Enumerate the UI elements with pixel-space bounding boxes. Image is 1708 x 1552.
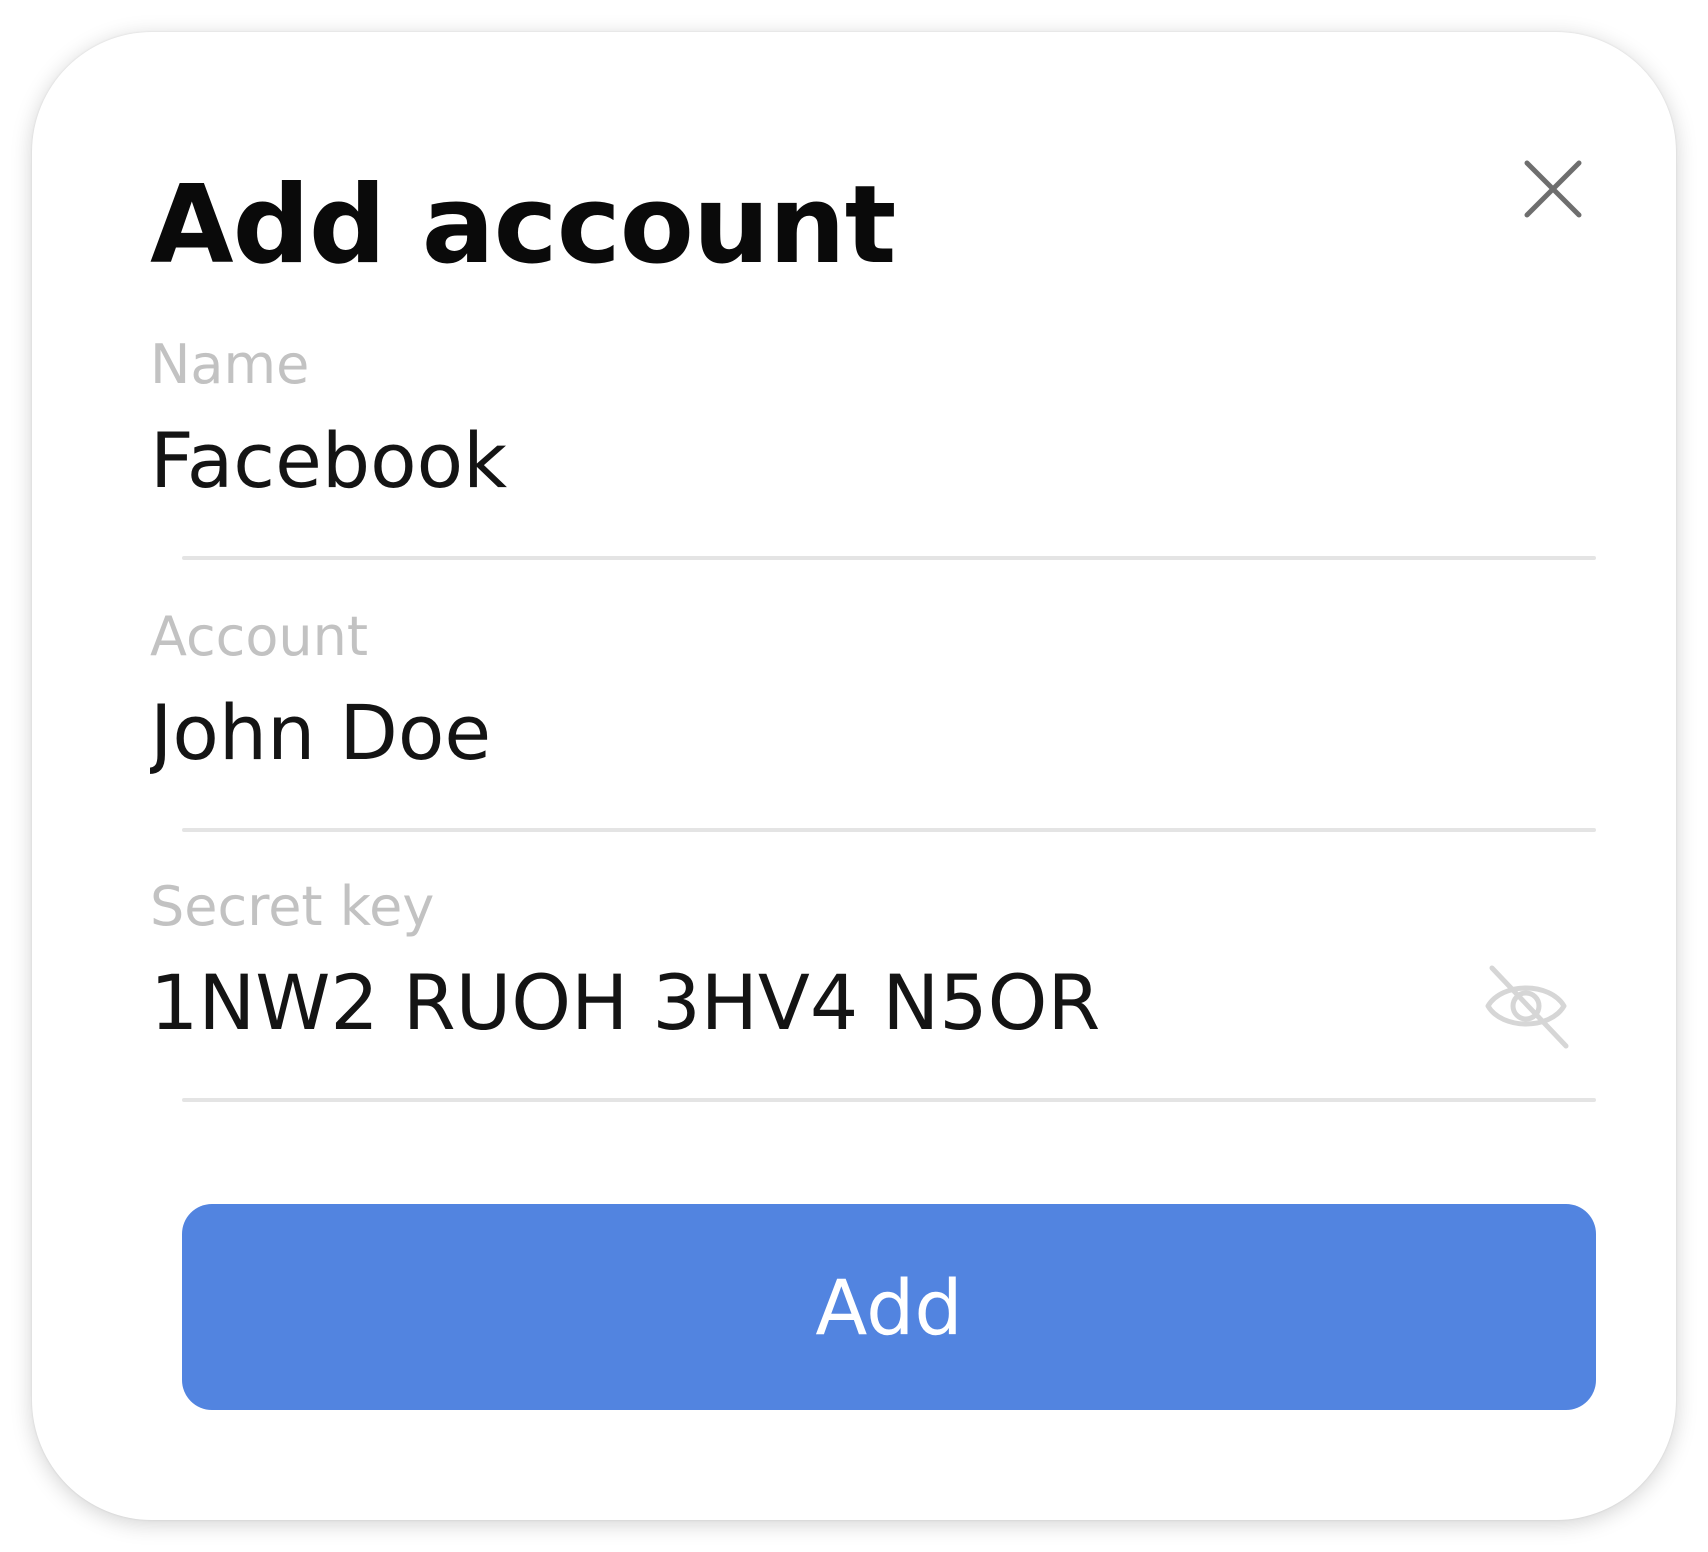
- secret-key-input[interactable]: [150, 952, 1450, 1052]
- secret-key-field-underline: [182, 1098, 1596, 1102]
- dialog-title: Add account: [150, 163, 896, 288]
- account-field: Account: [150, 610, 1596, 846]
- name-field-underline: [182, 556, 1596, 560]
- eye-off-icon: [1485, 965, 1569, 1049]
- account-field-underline: [182, 828, 1596, 832]
- secret-key-field: Secret key: [150, 880, 1596, 1116]
- close-button[interactable]: [1498, 134, 1608, 244]
- add-account-dialog: Add account Name Account Secret key Add: [32, 32, 1676, 1520]
- close-icon: [1524, 160, 1582, 218]
- account-field-label: Account: [150, 605, 369, 668]
- toggle-secret-visibility-button[interactable]: [1476, 956, 1576, 1056]
- name-field-label: Name: [150, 333, 310, 396]
- secret-key-field-label: Secret key: [150, 875, 435, 938]
- name-field: Name: [150, 338, 1596, 574]
- account-input[interactable]: [150, 682, 1596, 782]
- add-button-label: Add: [815, 1262, 963, 1352]
- name-input[interactable]: [150, 410, 1596, 510]
- add-button[interactable]: Add: [182, 1204, 1596, 1410]
